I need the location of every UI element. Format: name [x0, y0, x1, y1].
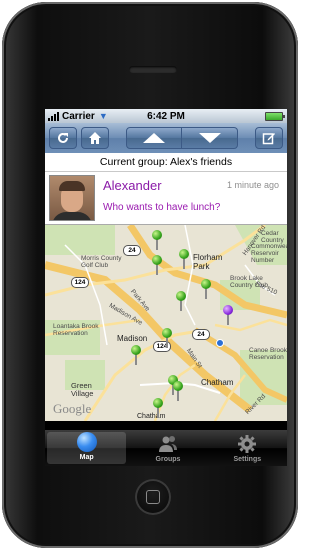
compose-icon: [262, 133, 275, 145]
map-label-chatham: Chatham: [201, 378, 234, 387]
post-timestamp: 1 minute ago: [226, 180, 279, 190]
screen: Carrier ▼ 6:42 PM Current group: Alex's …: [45, 109, 287, 466]
avatar: [49, 175, 95, 221]
tab-settings[interactable]: Settings: [208, 430, 287, 466]
home-button[interactable]: [81, 127, 109, 149]
navigation-segmented-control: [126, 127, 238, 149]
earpiece-speaker: [129, 66, 177, 73]
compose-button[interactable]: [255, 127, 283, 149]
map-pin[interactable]: [161, 328, 173, 348]
map-label-green-village: Green Village: [71, 381, 94, 398]
map-label-florham-park: Florham Park: [193, 253, 223, 271]
map-pin[interactable]: [172, 381, 184, 401]
tab-label: Groups: [155, 456, 181, 463]
google-logo: Google: [53, 401, 92, 416]
map-view[interactable]: Morris County Golf Club Florham Park Brook…: [45, 225, 287, 421]
post-message: Who wants to have lunch?: [103, 202, 221, 213]
refresh-icon: [58, 132, 68, 143]
map-label-canoe-brook: Canoe Brook Reservation: [249, 347, 287, 361]
status-bar: Carrier ▼ 6:42 PM: [45, 109, 287, 123]
tab-label: Settings: [233, 456, 262, 463]
map-pin[interactable]: [178, 249, 190, 269]
map-pin[interactable]: [200, 279, 212, 299]
refresh-button[interactable]: [49, 127, 77, 149]
phone-frame: Carrier ▼ 6:42 PM Current group: Alex's …: [2, 2, 298, 548]
home-hardware-button[interactable]: [135, 479, 171, 515]
next-button[interactable]: [182, 127, 238, 149]
tab-bar: Map Groups Settings: [45, 430, 287, 466]
map-label-commonwealth: Commonweal Reservoir Number: [251, 243, 287, 264]
current-location-dot: [216, 339, 224, 347]
toolbar: [45, 123, 287, 153]
tab-groups[interactable]: Groups: [128, 430, 207, 466]
map-pin[interactable]: [151, 230, 163, 250]
clock: 6:42 PM: [147, 110, 185, 122]
route-shield: 24: [123, 245, 141, 256]
home-icon: [89, 132, 101, 144]
previous-button[interactable]: [126, 127, 182, 149]
post-author: Alexander: [103, 178, 162, 193]
map-label-morris-county: Morris County Golf Club: [81, 255, 122, 269]
arrow-up-icon: [143, 133, 165, 143]
globe-icon: [76, 432, 97, 452]
map-pin[interactable]: [175, 291, 187, 311]
route-shield: 124: [71, 277, 89, 288]
map-label-madison: Madison: [117, 334, 148, 343]
people-icon: [158, 436, 177, 452]
tab-label: Map: [79, 454, 94, 461]
latest-post[interactable]: Alexander 1 minute ago Who wants to have…: [45, 172, 287, 225]
map-pin-selected[interactable]: [222, 305, 234, 325]
map-pin[interactable]: [152, 398, 164, 418]
route-shield: 24: [192, 329, 210, 340]
tab-map[interactable]: Map: [47, 432, 127, 464]
gear-icon: [238, 435, 257, 453]
map-pin[interactable]: [151, 255, 163, 275]
battery-icon: [265, 112, 285, 121]
map-label-loantaka: Loantaka Brook Reservation: [53, 323, 99, 337]
arrow-down-icon: [198, 133, 221, 143]
map-pin[interactable]: [130, 345, 142, 365]
current-group-header: Current group: Alex's friends: [45, 153, 287, 172]
